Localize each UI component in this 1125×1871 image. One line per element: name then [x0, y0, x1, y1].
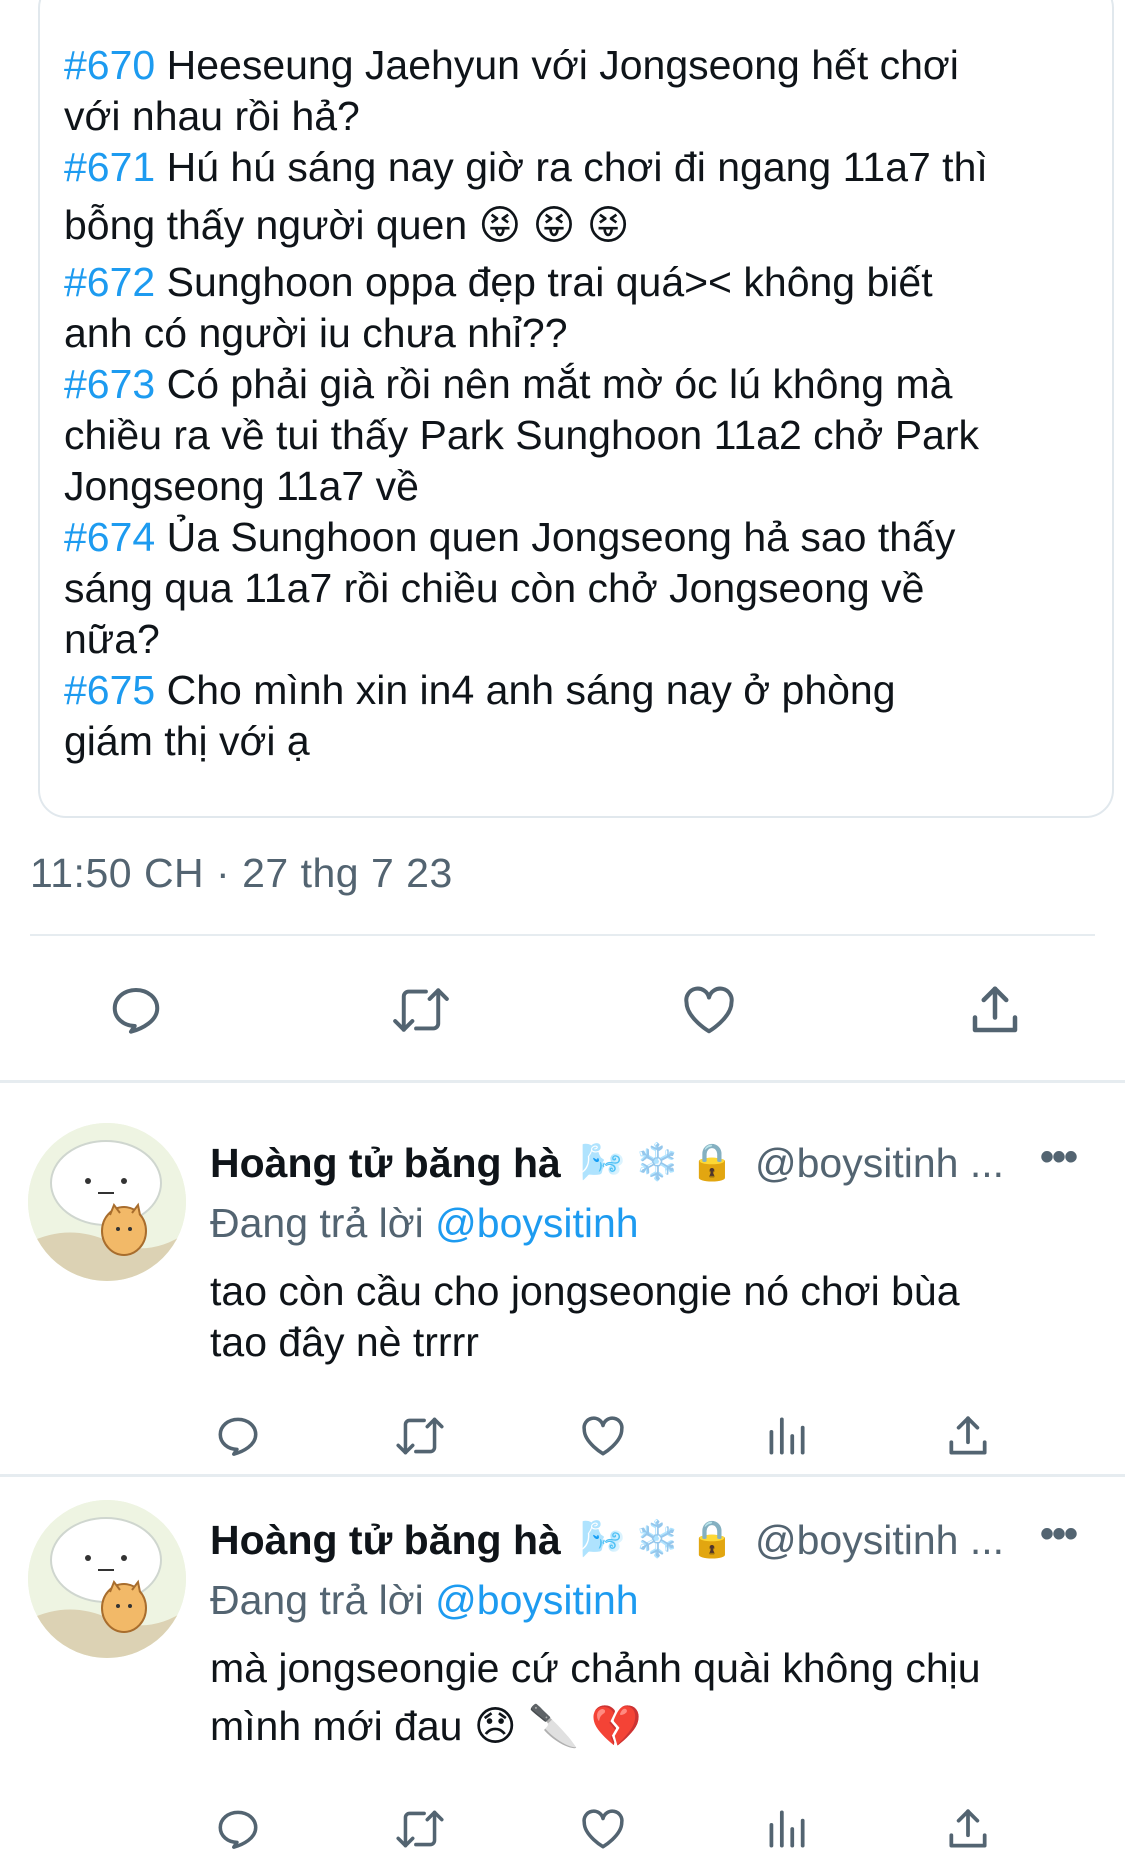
analytics-icon[interactable] [758, 1408, 814, 1464]
quote-line: #672 Sunghoon oppa đẹp trai quá>< không … [64, 259, 933, 305]
more-options-icon[interactable]: ••• [1040, 1135, 1078, 1180]
reply-icon[interactable] [210, 1408, 266, 1464]
quote-line: anh có người iu chưa nhỉ?? [64, 310, 568, 356]
analytics-icon[interactable] [758, 1801, 814, 1857]
reply-mention-link[interactable]: @boysitinh [435, 1200, 638, 1246]
hashtag-number[interactable]: #672 [64, 259, 155, 305]
quote-line: bỗng thấy người quen 😝 😝 😝 [64, 202, 630, 248]
quote-line: nữa? [64, 616, 160, 662]
reply-icon[interactable] [100, 974, 172, 1046]
reply-icon[interactable] [210, 1801, 266, 1857]
more-options-icon[interactable]: ••• [1040, 1512, 1078, 1557]
retweet-icon[interactable] [385, 974, 457, 1046]
quote-line: Jongseong 11a7 về [64, 463, 419, 509]
retweet-icon[interactable] [392, 1408, 448, 1464]
hashtag-number[interactable]: #673 [64, 361, 155, 407]
quote-line: #675 Cho mình xin in4 anh sáng nay ở phò… [64, 667, 896, 713]
display-name[interactable]: Hoàng tử băng hà [210, 1140, 561, 1187]
reply-tweet[interactable]: Hoàng tử băng hà 🌬️ ❄️ 🔒 @boysitinh ... … [0, 1083, 1125, 1475]
hashtag-number[interactable]: #675 [64, 667, 155, 713]
tweet-action-bar [0, 970, 1125, 1050]
reply-mention-link[interactable]: @boysitinh [435, 1577, 638, 1623]
user-handle[interactable]: @boysitinh ... [755, 1140, 1004, 1187]
user-handle[interactable]: @boysitinh ... [755, 1517, 1004, 1564]
replying-to-line: Đang trả lời @boysitinh [210, 1200, 639, 1246]
hashtag-number[interactable]: #670 [64, 42, 155, 88]
avatar[interactable] [28, 1500, 186, 1658]
like-heart-icon[interactable] [575, 1801, 631, 1857]
quote-line: sáng qua 11a7 rồi chiều còn chở Jongseon… [64, 565, 925, 611]
quote-line: với nhau rồi hả? [64, 93, 360, 139]
quote-line: #671 Hú hú sáng nay giờ ra chơi đi ngang… [64, 144, 988, 190]
hashtag-number[interactable]: #674 [64, 514, 155, 560]
share-icon[interactable] [940, 1408, 996, 1464]
tweet-timestamp[interactable]: 11:50 CH · 27 thg 7 23 [30, 850, 453, 897]
replying-to-line: Đang trả lời @boysitinh [210, 1577, 639, 1623]
share-icon[interactable] [940, 1801, 996, 1857]
like-heart-icon[interactable] [575, 1408, 631, 1464]
divider [30, 934, 1095, 936]
avatar-illustration [28, 1500, 186, 1658]
share-icon[interactable] [959, 974, 1031, 1046]
quote-line: #670 Heeseung Jaehyun với Jongseong hết … [64, 42, 959, 88]
hashtag-number[interactable]: #671 [64, 144, 155, 190]
quote-line: giám thị với ạ [64, 718, 310, 764]
name-badge-icons: 🌬️ ❄️ 🔒 [580, 1141, 735, 1182]
avatar[interactable] [28, 1123, 186, 1281]
like-heart-icon[interactable] [673, 974, 745, 1046]
quote-line: #674 Ủa Sunghoon quen Jongseong hả sao t… [64, 514, 956, 560]
quote-line: chiều ra về tui thấy Park Sunghoon 11a2 … [64, 412, 980, 458]
reply-action-bar [0, 1408, 1125, 1468]
reply-tweet[interactable]: Hoàng tử băng hà 🌬️ ❄️ 🔒 @boysitinh ... … [0, 1477, 1125, 1871]
quoted-tweet-text: #670 Heeseung Jaehyun với Jongseong hết … [64, 40, 1064, 767]
reply-text: tao còn cầu cho jongseongie nó chơi bùa … [210, 1268, 960, 1365]
quote-line: #673 Có phải già rồi nên mắt mờ óc lú kh… [64, 361, 953, 407]
name-badge-icons: 🌬️ ❄️ 🔒 [580, 1518, 735, 1559]
display-name[interactable]: Hoàng tử băng hà [210, 1517, 561, 1564]
reply-text: mà jongseongie cứ chảnh quài không chịu … [210, 1645, 981, 1749]
avatar-illustration [28, 1123, 186, 1281]
reply-action-bar [0, 1801, 1125, 1861]
retweet-icon[interactable] [392, 1801, 448, 1857]
